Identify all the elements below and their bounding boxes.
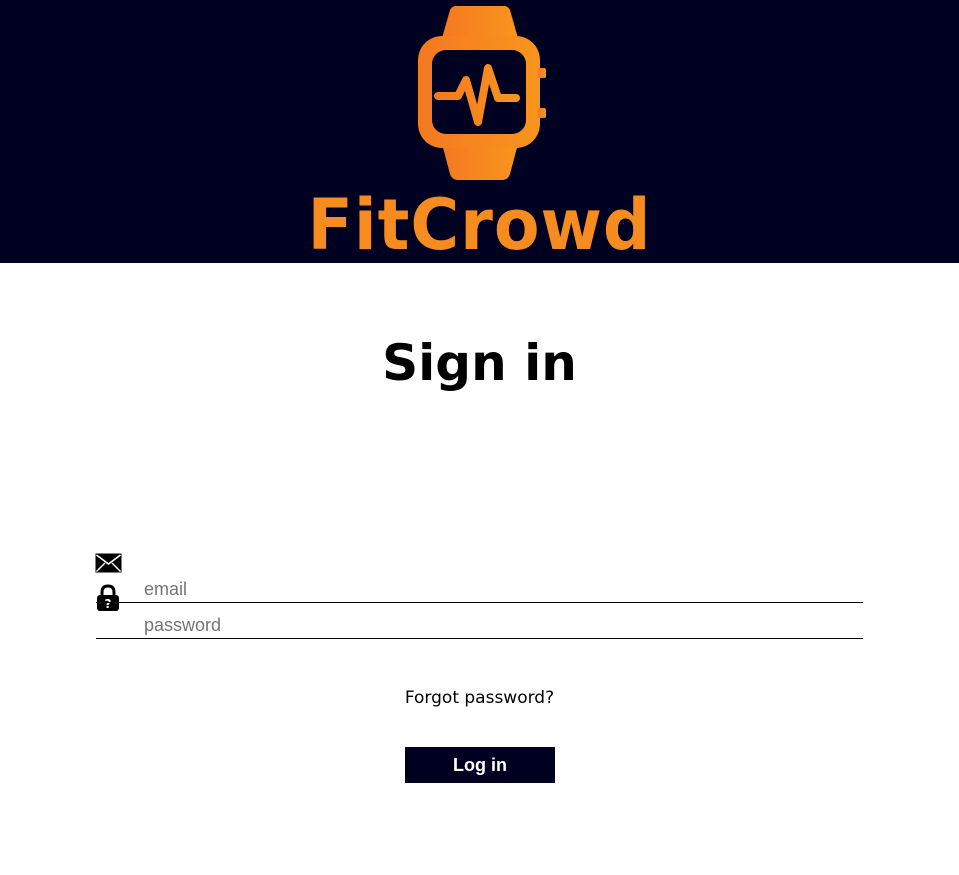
brand-name: FitCrowd <box>307 184 652 266</box>
password-input[interactable] <box>144 614 844 636</box>
forgot-password-link[interactable]: Forgot password? <box>0 688 959 708</box>
app-header: FitCrowd <box>0 0 959 263</box>
smartwatch-heartbeat-icon <box>418 6 546 180</box>
email-input[interactable] <box>144 578 844 600</box>
password-field <box>96 614 863 639</box>
login-button[interactable]: Log in <box>405 747 555 783</box>
email-field <box>96 578 863 603</box>
envelope-icon <box>95 553 122 573</box>
page-title: Sign in <box>382 334 577 392</box>
